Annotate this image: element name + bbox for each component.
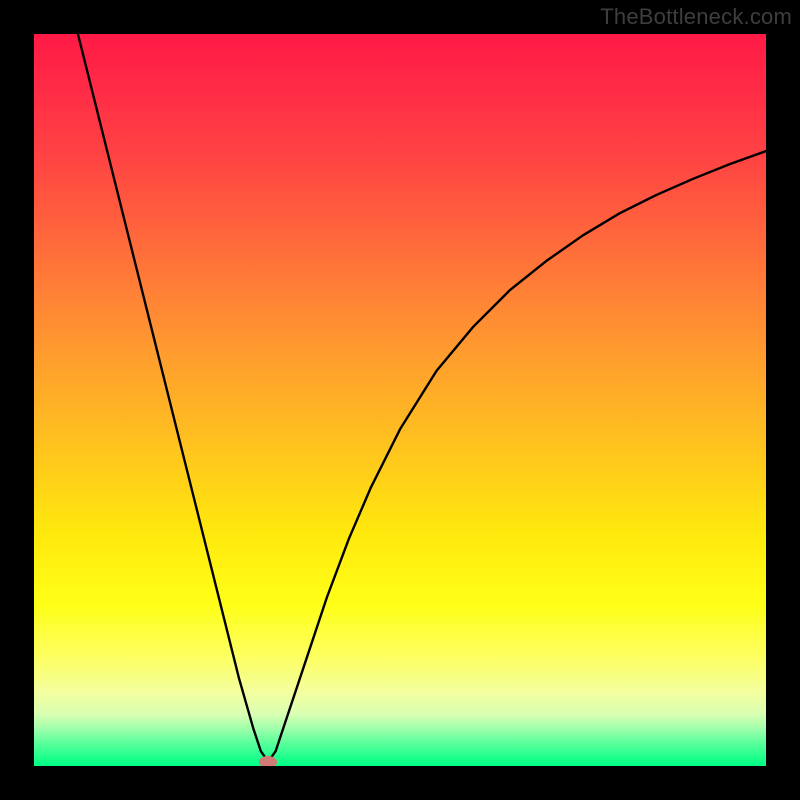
bottleneck-curve (34, 34, 766, 766)
watermark-text: TheBottleneck.com (600, 4, 792, 30)
optimal-point-marker (259, 756, 277, 766)
plot-area (34, 34, 766, 766)
chart-frame: TheBottleneck.com (0, 0, 800, 800)
